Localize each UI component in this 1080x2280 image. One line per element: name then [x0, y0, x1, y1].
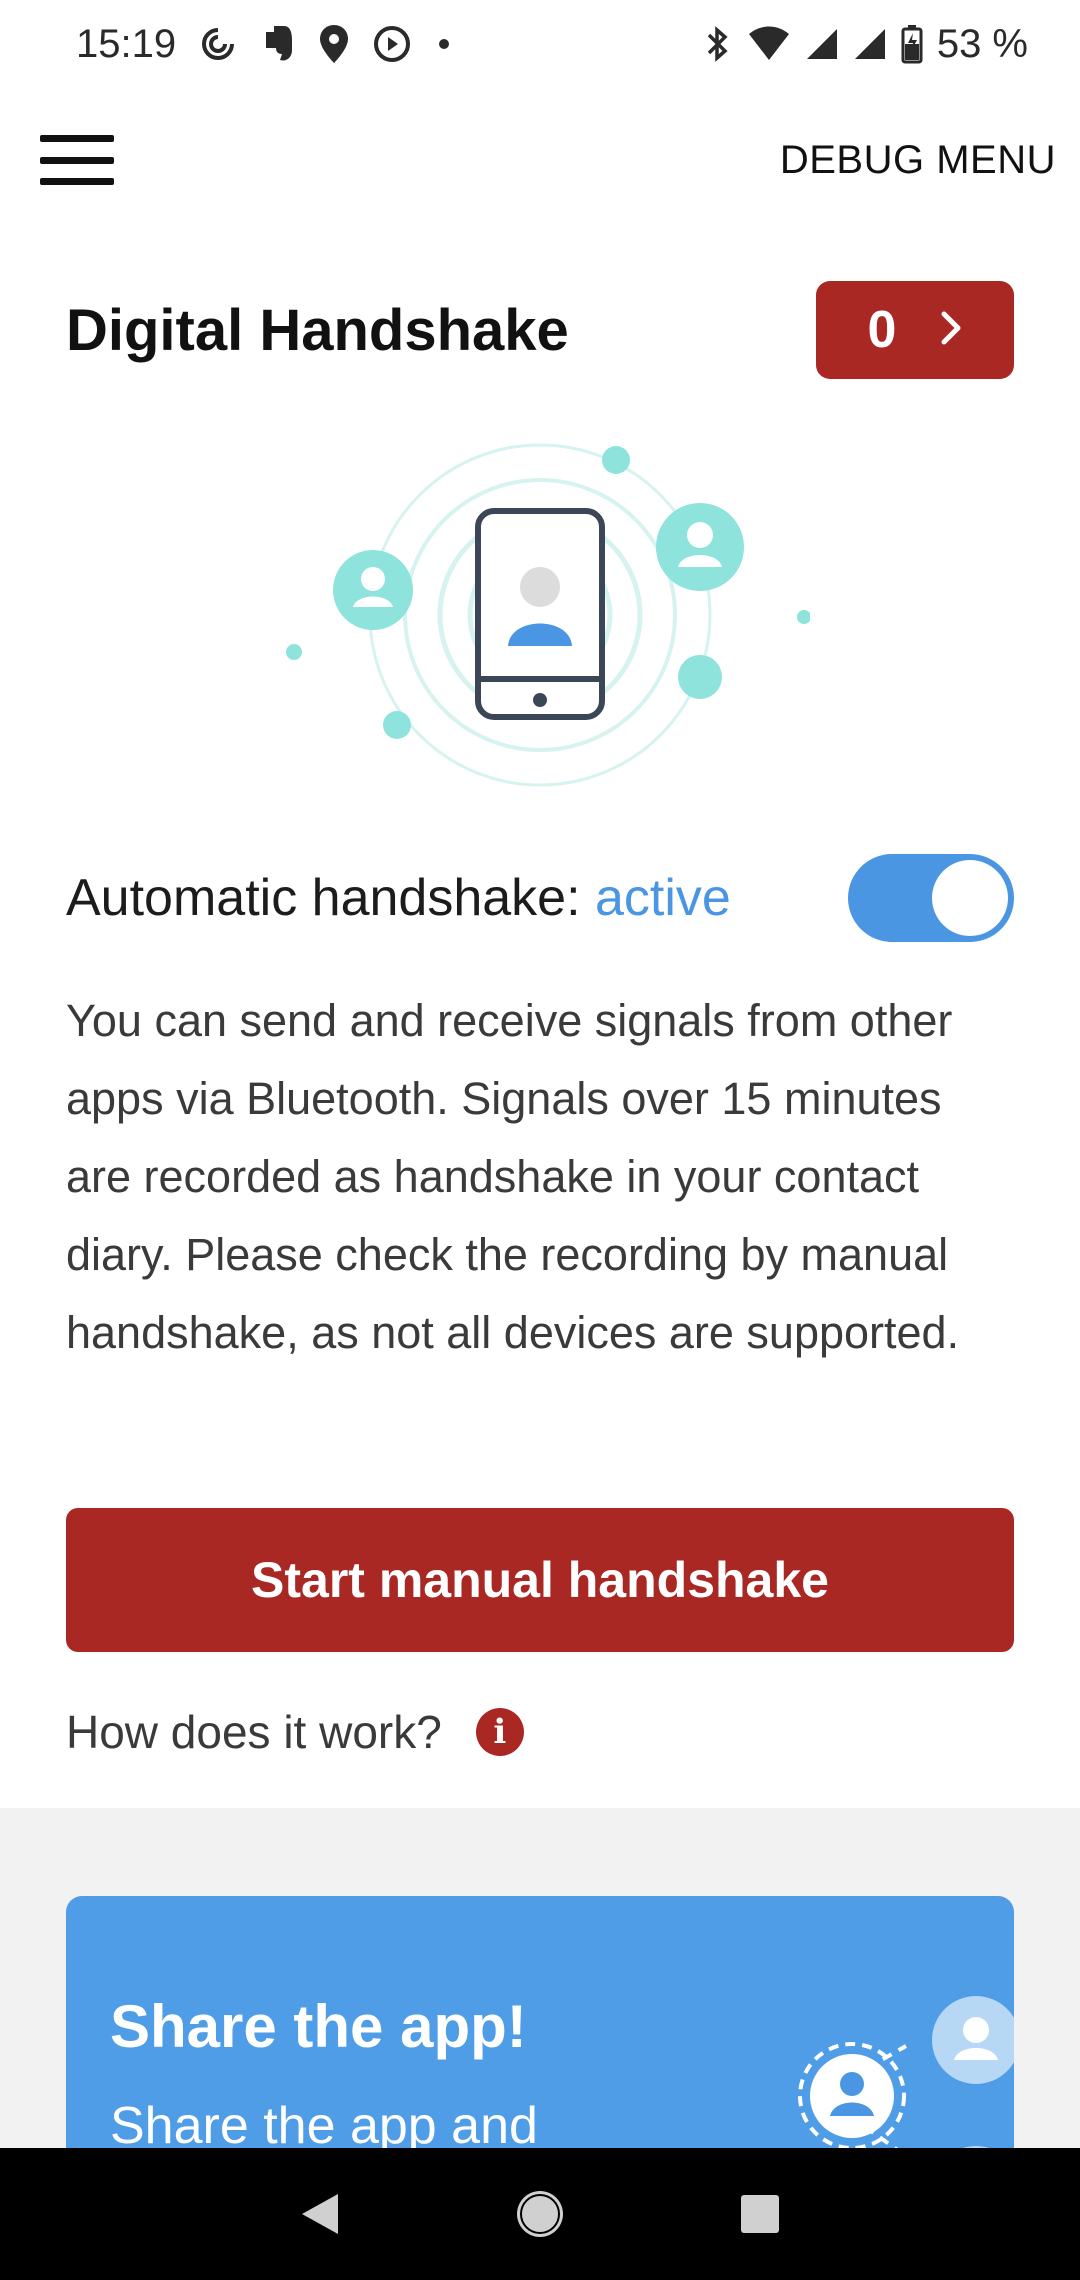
automatic-handshake-row: Automatic handshake: active	[66, 850, 1014, 946]
battery-percent: 53 %	[936, 21, 1028, 66]
status-left: 15:19	[76, 22, 454, 67]
media-icon	[372, 24, 412, 64]
signal-icon	[853, 27, 887, 61]
wifi-icon	[747, 26, 791, 62]
counter-value: 0	[867, 301, 897, 359]
share-app-card[interactable]: Share the app! Share the app and	[66, 1896, 1014, 2148]
toggle-label-text: Automatic handshake:	[66, 869, 581, 927]
toggle-status-text: active	[595, 869, 731, 927]
description-text: You can send and receive signals from ot…	[66, 995, 960, 1358]
home-icon[interactable]	[500, 2174, 580, 2254]
how-does-it-work-link[interactable]: How does it work? i	[66, 1700, 524, 1764]
app-bar: DEBUG MENU	[0, 100, 1080, 220]
system-nav-bar	[0, 2148, 1080, 2280]
share-card-title: Share the app!	[110, 1993, 527, 2060]
location-icon	[318, 23, 350, 65]
start-manual-handshake-button[interactable]: Start manual handshake	[66, 1508, 1014, 1652]
how-does-it-work-label: How does it work?	[66, 1706, 442, 1758]
share-section: Share the app! Share the app and	[0, 1808, 1080, 2148]
share-illustration	[706, 1956, 1014, 2148]
handshake-counter-button[interactable]: 0	[816, 281, 1014, 379]
handshake-illustration	[270, 415, 811, 795]
share-card-text: Share the app and	[110, 2097, 538, 2148]
automatic-handshake-label: Automatic handshake: active	[66, 868, 731, 928]
chevron-right-icon	[940, 310, 962, 351]
signal-icon	[805, 27, 839, 61]
back-icon[interactable]	[280, 2174, 360, 2254]
evernote-icon	[260, 24, 296, 64]
automatic-handshake-toggle[interactable]	[848, 854, 1014, 942]
page-title: Digital Handshake	[66, 297, 569, 363]
dot-icon	[434, 34, 454, 54]
hamburger-menu-icon[interactable]	[40, 135, 114, 185]
status-bar: 15:19 53 %	[0, 0, 1080, 88]
debug-menu-button[interactable]: DEBUG MENU	[780, 138, 1056, 183]
info-icon[interactable]: i	[475, 1708, 524, 1756]
section-header: Digital Handshake 0	[66, 280, 1014, 380]
battery-icon	[901, 24, 923, 64]
status-right: 53 %	[703, 22, 1028, 67]
status-time: 15:19	[76, 21, 177, 66]
recents-icon[interactable]	[720, 2174, 800, 2254]
toggle-knob	[932, 860, 1008, 936]
bluetooth-icon	[703, 24, 733, 64]
sync-icon	[198, 24, 238, 64]
